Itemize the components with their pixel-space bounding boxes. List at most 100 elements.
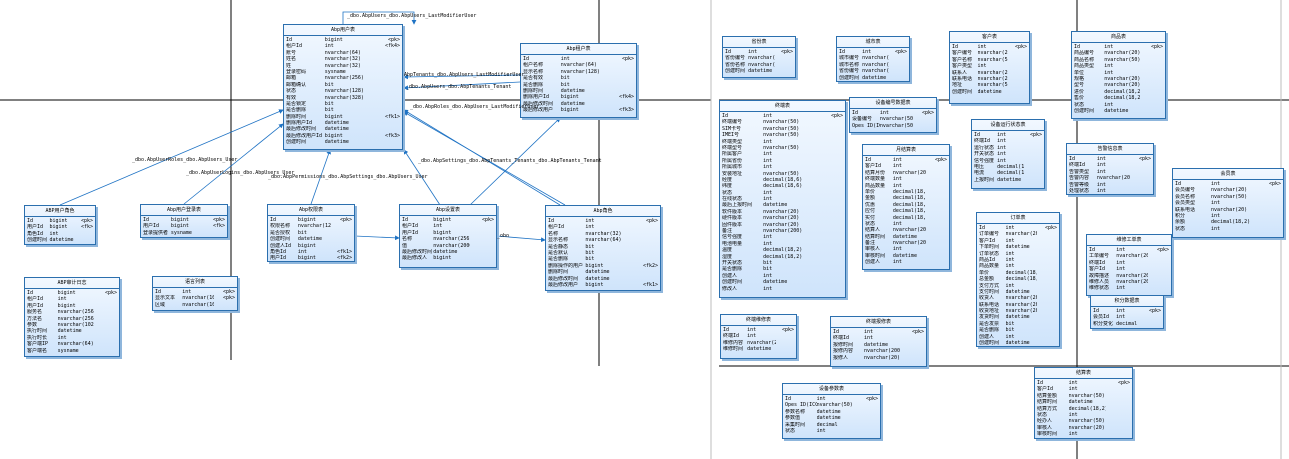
relation-label-settings-tenants: _dbo.AbpSettings_dbo.AbpTenants_Tenants_… — [418, 158, 602, 164]
relation-label-userroles-users: _dbo.AbpUserRoles_dbo.AbpUsers_User — [132, 157, 238, 163]
entity-title: ABP用户角色 — [25, 206, 95, 217]
column-row: 维修状态 int — [1089, 285, 1169, 291]
column-row: 报修人 nvarchar(20) — [833, 355, 924, 361]
column-row: 积分变化 decimal — [1093, 321, 1161, 327]
column-key — [1008, 89, 1028, 95]
column-name: 创建时间 — [286, 139, 307, 146]
column-name: 客户端名 — [27, 347, 48, 354]
entity-title: Abp权限表 — [268, 205, 354, 216]
entity-title: 省份表 — [723, 37, 795, 48]
relation-line-userlogins-users — [183, 123, 284, 205]
column-type: bigint — [297, 255, 316, 262]
column-type: datetime — [1005, 340, 1030, 347]
column-key — [854, 428, 878, 434]
entity-abp-settings[interactable]: Abp设置表 Id bigint <pk> 租户Id int 用户Id bigint 名称 nva… — [399, 204, 497, 268]
entity-city[interactable]: 城市表Idint<pk>城市编号nvarchar(20)城市名称nvarchar… — [836, 36, 910, 82]
entity-alarm[interactable]: 告警信息表 Id int <pk> 终端Id int 告警类型 int 告警内容 nvarchar… — [1066, 143, 1154, 195]
entity-title: 告警信息表 — [1067, 144, 1153, 155]
column-key — [204, 230, 225, 236]
entity-monthly-report[interactable]: 月结算表 Id int <pk> 客户Id int 结算月份 nvarchar(20) 终端数量… — [862, 144, 950, 270]
entity-terminal-repair[interactable]: 终端报修表 Id int <pk> 终端Id int 报修时间 datetime 报修内容 nva… — [830, 316, 927, 367]
entity-points-log[interactable]: 积分数据表 Id int <pk> 会员Id int 积分变化 decimal — [1090, 295, 1164, 329]
entity-title: Abp设置表 — [400, 205, 496, 216]
column-row: 审核时间 int — [1037, 431, 1130, 437]
column-key — [370, 139, 400, 145]
entity-columns: Idint<pk>显示文本nvarchar(10)<pk>区域nvarchar(… — [153, 288, 237, 309]
column-key — [900, 355, 924, 361]
entity-members[interactable]: 会员表 Id int <pk> 会员编号 nvarchar(20) 会员名称 nvarchar… — [1172, 168, 1284, 238]
entity-terminal-maint[interactable]: 终端维修表Idint<pk>终端Idint维修内容nvarchar(200)维修… — [720, 314, 797, 359]
entity-orders[interactable]: 订单表Idint<pk>订单编号nvarchar(20)客户Idint下单时间d… — [976, 212, 1060, 347]
column-name: 积分变化 — [1093, 320, 1114, 327]
relation-label-tenants-users-a: AbpTenants_dbo.AbpUsers_LastModifierUser — [404, 72, 525, 78]
entity-terminal[interactable]: 终端表 Id int <pk> 终端编号 nvarchar(50) SIM卡号 nvarcha… — [719, 100, 846, 298]
entity-abp-permissions[interactable]: Abp权限表Idbigint<pk>权限名称nvarchar(128)是否授权b… — [267, 204, 355, 262]
column-name: 创建时间 — [27, 237, 48, 244]
column-type: bigint — [433, 255, 452, 262]
entity-title: 维修工单表 — [1087, 235, 1171, 246]
entity-columns: Id int <pk> 租户Id int 名称 nvarchar(32) 显示名称 nvarch… — [546, 217, 660, 289]
entity-title: ABP审计日志 — [25, 278, 119, 289]
entity-title: 商品表 — [1072, 32, 1165, 43]
entity-title: 月结算表 — [863, 145, 949, 156]
entity-columns: Idint<pk>Opes ID(ICCID)nvarchar(50)参数名称d… — [783, 395, 880, 435]
entity-title: 设备运行状态表 — [972, 120, 1044, 131]
column-key — [1253, 226, 1281, 232]
entity-columns: Id bigint <pk> 租户Id int 用户Id bigint 名称 nvarchar(… — [400, 216, 496, 263]
entity-columns: Idbigint<pk>权限名称nvarchar(128)是否授权bit创建时间… — [268, 216, 354, 261]
column-type: nvarchar(20) — [863, 354, 901, 361]
column-row: Opes ID(ICCID)nvarchar(50) — [852, 123, 934, 129]
column-name: 审核时间 — [1037, 431, 1058, 438]
column-row: 客户端名 sysname — [27, 348, 117, 354]
column-row: 状态 int — [1175, 226, 1281, 232]
column-key — [1143, 321, 1161, 327]
entity-title: 客户表 — [950, 32, 1029, 43]
column-key: <fk3> — [618, 107, 634, 114]
column-row: 登录提供者 sysname — [143, 230, 225, 236]
entity-category[interactable]: 省份表Idint<pk>省份编号nvarchar(20)省份名称nvarchar… — [722, 36, 796, 78]
column-key — [1130, 188, 1151, 194]
column-key — [776, 346, 794, 352]
column-key: <fk1> — [642, 281, 658, 288]
entity-abp-user-roles[interactable]: ABP用户角色 Id bigint <pk> 用户Id bigint <fk> 角色Id int… — [24, 205, 96, 245]
entity-title: 终端维修表 — [721, 315, 796, 326]
entity-device-iccid[interactable]: 设备编号数据表 Id int <pk> 设备编号 nvarchar(50) Opes ID(… — [849, 97, 937, 133]
entity-title: 城市表 — [837, 37, 909, 48]
column-type: int — [1211, 225, 1221, 232]
entity-abp-roles[interactable]: Abp角色 Id int <pk> 租户Id int 名称 nvarchar(32) 显示名称 n… — [545, 205, 661, 291]
entity-maintenance[interactable]: 维修工单表Idint<pk>工单编号nvarchar(20)终端Idint客户I… — [1086, 234, 1172, 296]
entity-settlement[interactable]: 结算表 Id int <pk> 客户Id int 结算金额 nvarchar(50) 结算时间 d… — [1034, 367, 1133, 439]
column-type: datetime — [997, 176, 1022, 183]
column-type: datetime — [977, 88, 1002, 95]
column-row: 上报时间 datetime — [974, 177, 1042, 183]
column-type: datetime — [1104, 107, 1129, 114]
entity-columns: Idint<pk>终端Idint告警类型int告警内容nvarchar(200)… — [1067, 155, 1153, 194]
entity-abp-users[interactable]: Abp用户表 Id bigint <pk> 租户Id int <fk4> 账号 nvarchar… — [283, 24, 403, 150]
column-row: 区域 nvarchar(10) — [155, 302, 235, 308]
entity-columns: Idint<pk>设备编号nvarchar(50)Opes ID(ICCID)n… — [850, 109, 936, 130]
entity-device-status[interactable]: 设备运行状态表 Id int <pk> 终端Id int 运行状态 int 开关状态 int 信号强… — [971, 119, 1045, 189]
column-key — [1037, 340, 1057, 346]
entity-abp-audit-log[interactable]: ABP审计日志 Id bigint <pk> 租户Id int 用户Id bigint 服务名 n… — [24, 277, 120, 357]
column-name: 创建人 — [865, 259, 881, 266]
entity-title: Abp角色 — [546, 206, 660, 217]
entity-customer[interactable]: 客户表Idint<pk>客户编号nvarchar(20)客户名称nvarchar… — [949, 31, 1030, 104]
relation-label-users-self: _dbo.AbpUsers_dbo.AbpUsers_LastModifierU… — [347, 13, 477, 19]
column-row: 创建时间 datetime — [952, 89, 1027, 95]
entity-title: Abp用户表 — [284, 25, 402, 36]
column-row: 创建时间 datetime — [27, 237, 93, 243]
column-key — [1140, 108, 1163, 114]
entity-columns: Id int <pk> 商品编号 nvarchar(20) 商品名称 nvarchar(50… — [1072, 43, 1165, 115]
column-name: 处理状态 — [1069, 187, 1090, 194]
column-row: 用户Id bigint <fk2> — [270, 255, 352, 261]
column-name: 状态 — [1175, 225, 1186, 232]
entity-abp-user-logins[interactable]: Abp用户登录表 Id bigint <pk> 用户Id bigint <fk> 登录提供者 s… — [140, 204, 228, 238]
column-name: Opes ID(ICCID) — [852, 122, 880, 129]
entity-columns: Idint<pk>省份编号nvarchar(20)省份名称nvarchar(32… — [723, 48, 795, 76]
relation-label-perm-settings-users: _dbo.AbpPermissions_dbo.AbpSettings_dbo.… — [268, 174, 428, 180]
entity-product[interactable]: 商品表 Id int <pk> 商品编号 nvarchar(20) 商品名称 nvarchar… — [1071, 31, 1166, 119]
column-name: 上报时间 — [974, 176, 995, 183]
entity-device-params[interactable]: 设备参数表Idint<pk>Opes ID(ICCID)nvarchar(50)… — [782, 383, 881, 439]
entity-abp-languages[interactable]: 语言列表Idint<pk>显示文本nvarchar(10)<pk>区域nvarc… — [152, 276, 238, 311]
column-key — [94, 348, 117, 354]
